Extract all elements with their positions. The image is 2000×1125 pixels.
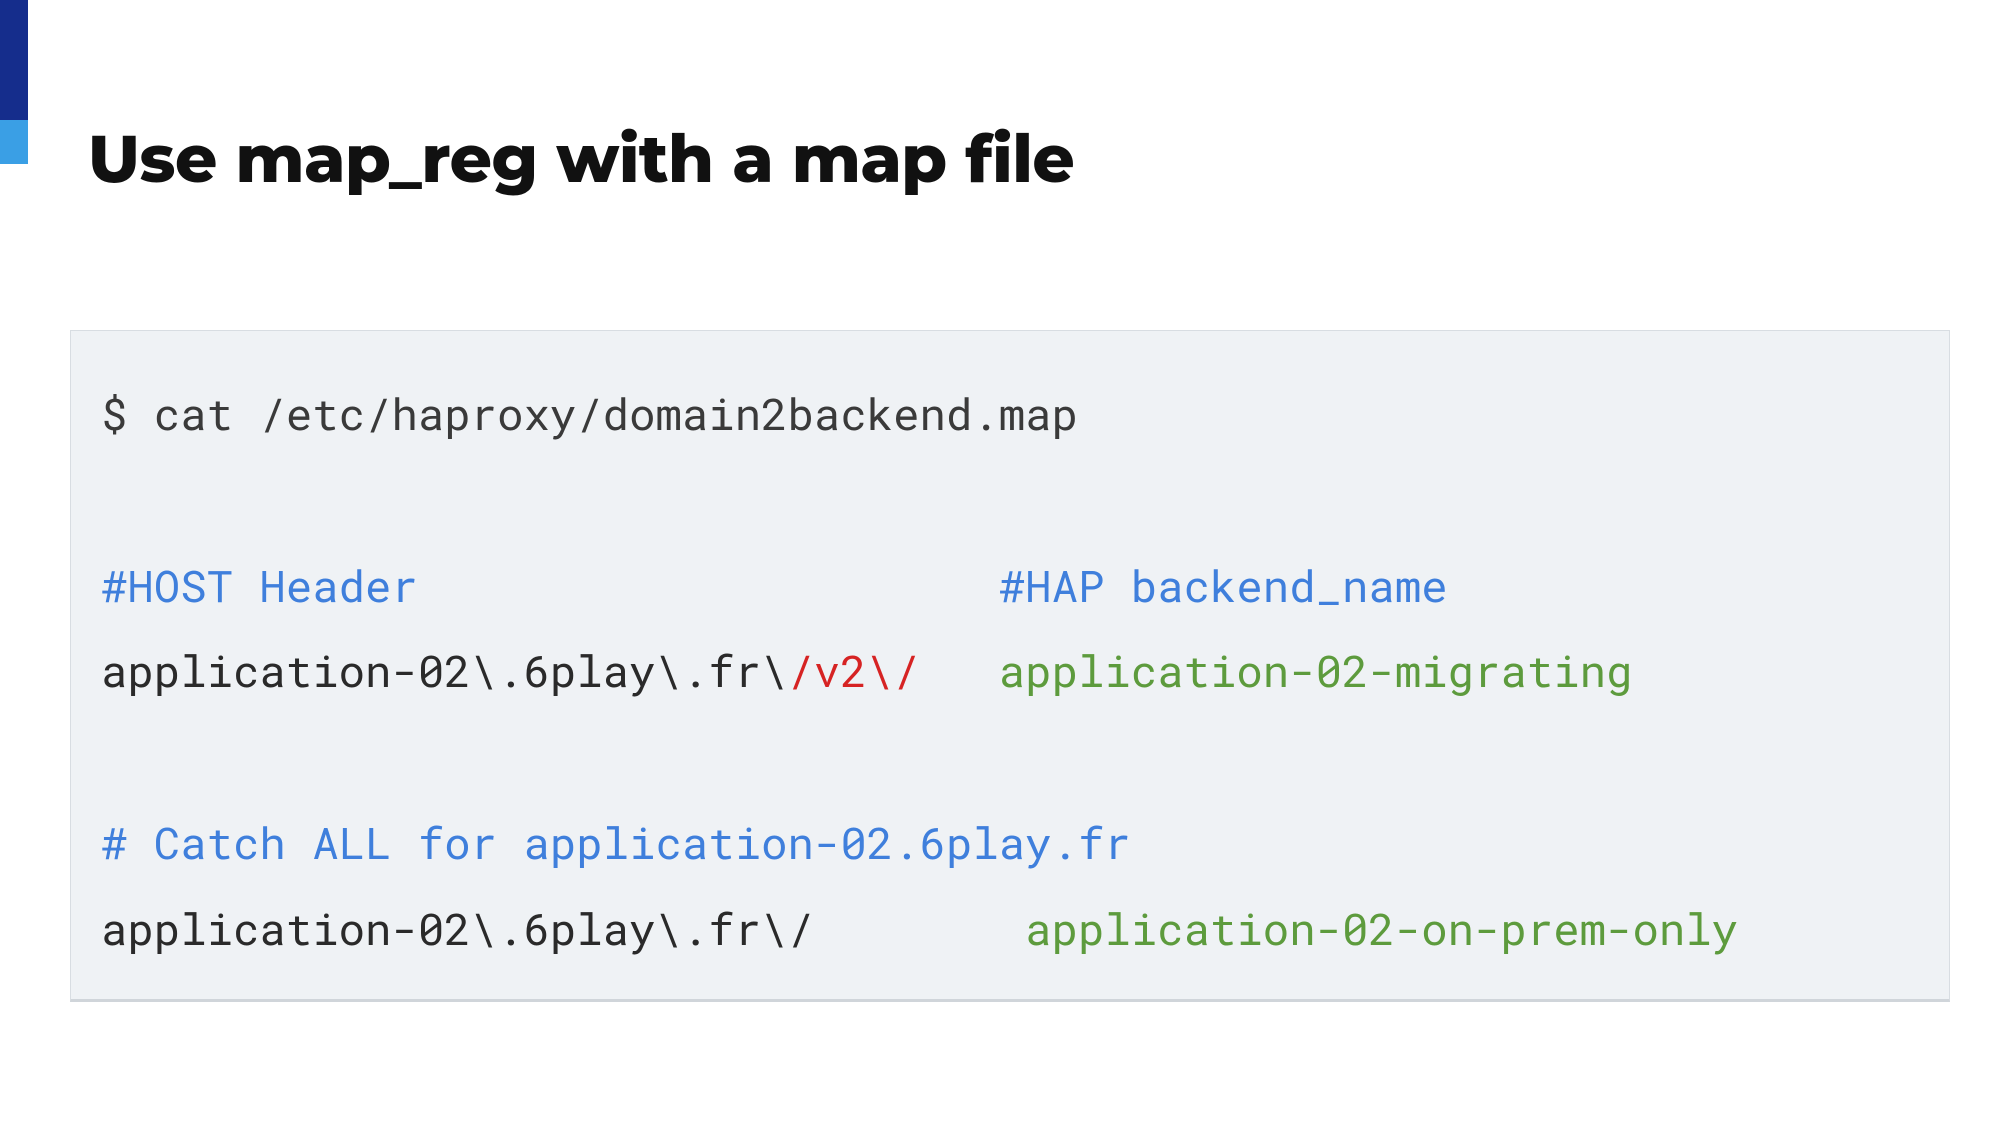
map-row-1-backend: application-02-migrating	[999, 641, 1633, 699]
accent-bar-dark	[0, 0, 28, 120]
slide: Use map_reg with a map file $ cat /etc/h…	[0, 0, 2000, 1125]
accent-bar-light	[0, 120, 28, 164]
catchall-comment: # Catch ALL for application-02.6play.fr	[101, 813, 1131, 871]
column-header-backend: #HAP backend_name	[999, 556, 1448, 614]
shell-prompt: $ cat /etc/haproxy/domain2backend.map	[101, 384, 1078, 442]
code-block: $ cat /etc/haproxy/domain2backend.map #H…	[70, 330, 1950, 1002]
map-row-1-host: application-02\.6play\.fr\	[101, 641, 788, 699]
map-row-1-path: /v2\/	[788, 641, 920, 699]
column-header-host: #HOST Header	[101, 556, 418, 614]
map-row-2-backend: application-02-on-prem-only	[1025, 899, 1738, 957]
slide-title: Use map_reg with a map file	[88, 118, 1074, 199]
map-row-2-host: application-02\.6play\.fr\/	[101, 899, 814, 957]
